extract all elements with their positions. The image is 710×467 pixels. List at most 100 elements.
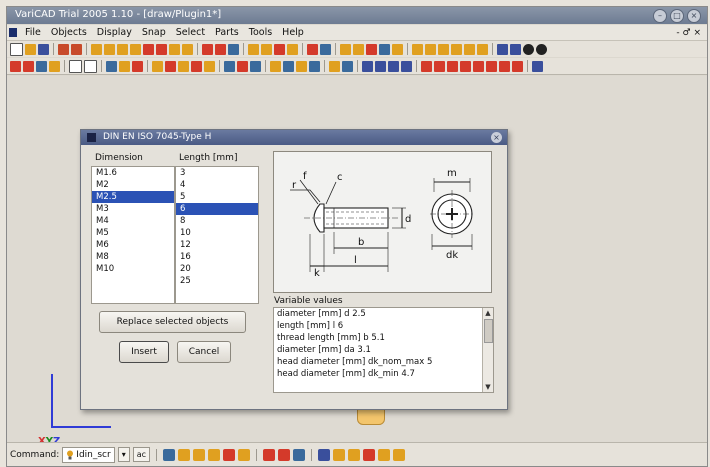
menu-file[interactable]: File <box>20 27 46 38</box>
list-item[interactable]: 3 <box>176 167 258 179</box>
scroll-thumb[interactable] <box>484 319 493 343</box>
zoom-in-icon[interactable] <box>362 60 373 72</box>
zoom-out-icon[interactable] <box>375 60 386 72</box>
menu-tools[interactable]: Tools <box>244 27 277 38</box>
status-tool-h-icon[interactable] <box>278 448 291 461</box>
zoom-all-icon[interactable] <box>388 60 399 72</box>
tool-e-icon[interactable] <box>464 43 475 55</box>
menu-parts[interactable]: Parts <box>210 27 244 38</box>
hatch-icon[interactable] <box>287 43 298 55</box>
cancel-button[interactable]: Cancel <box>177 341 231 363</box>
draw-line-icon[interactable] <box>91 43 102 55</box>
status-tool-j-icon[interactable] <box>318 448 331 461</box>
snap-end-icon[interactable] <box>23 60 34 72</box>
frame-icon[interactable] <box>69 59 82 73</box>
menu-select[interactable]: Select <box>171 27 210 38</box>
status-tool-c-icon[interactable] <box>193 448 206 461</box>
draw-circle-icon[interactable] <box>104 43 115 55</box>
title-bar[interactable]: VariCAD Trial 2005 1.10 - [draw/Plugin1*… <box>7 7 707 24</box>
view-left-icon[interactable] <box>447 60 458 72</box>
status-tool-o-icon[interactable] <box>393 448 406 461</box>
command-dropdown[interactable]: ▾ <box>117 447 130 462</box>
maximize-button[interactable]: □ <box>670 9 684 23</box>
draw-curve-icon[interactable] <box>182 43 193 55</box>
trim-icon[interactable] <box>366 43 377 55</box>
view-right-icon[interactable] <box>460 60 471 72</box>
status-tool-a-icon[interactable] <box>163 448 176 461</box>
list-item[interactable]: M3 <box>92 203 174 215</box>
undo-icon[interactable] <box>58 43 69 55</box>
symbol-c-icon[interactable] <box>250 60 261 72</box>
dimension-angle-icon[interactable] <box>261 43 272 55</box>
zoom-window-icon[interactable] <box>497 43 508 55</box>
view-3d-icon[interactable] <box>536 43 547 55</box>
tool-d-icon[interactable] <box>451 43 462 55</box>
new-file-icon[interactable] <box>10 42 23 56</box>
grid-a-icon[interactable] <box>329 60 340 72</box>
save-file-icon[interactable] <box>38 43 49 55</box>
list-item[interactable]: 16 <box>176 251 258 263</box>
draw-polygon-icon[interactable] <box>156 43 167 55</box>
scroll-down-icon[interactable]: ▼ <box>483 382 493 392</box>
grid-b-icon[interactable] <box>342 60 353 72</box>
snap-mid-icon[interactable] <box>36 60 47 72</box>
view-front-icon[interactable] <box>421 60 432 72</box>
select-all-icon[interactable] <box>119 60 130 72</box>
list-item[interactable]: 4 <box>176 179 258 191</box>
view-iso-icon[interactable] <box>499 60 510 72</box>
pen-icon[interactable] <box>353 43 364 55</box>
list-item[interactable]: 25 <box>176 275 258 287</box>
minimize-button[interactable]: – <box>653 9 667 23</box>
draw-ellipse-icon[interactable] <box>130 43 141 55</box>
status-tool-d-icon[interactable] <box>208 448 221 461</box>
select-icon[interactable] <box>106 60 117 72</box>
text-icon[interactable] <box>274 43 285 55</box>
list-item[interactable]: M4 <box>92 215 174 227</box>
frame-copy-icon[interactable] <box>84 59 97 73</box>
view-top-icon[interactable] <box>473 60 484 72</box>
status-tool-k-icon[interactable] <box>333 448 346 461</box>
dimension-list[interactable]: M1.6 M2 M2.5 M3 M4 M5 M6 M8 M10 <box>91 166 175 304</box>
list-item[interactable]: M6 <box>92 239 174 251</box>
replace-selected-button[interactable]: Replace selected objects <box>99 311 246 333</box>
menu-snap[interactable]: Snap <box>137 27 171 38</box>
list-item[interactable]: 10 <box>176 227 258 239</box>
view-2d-icon[interactable] <box>523 43 534 55</box>
extend-icon[interactable] <box>379 43 390 55</box>
list-item[interactable]: M8 <box>92 251 174 263</box>
list-item[interactable]: 5 <box>176 191 258 203</box>
view-bottom-icon[interactable] <box>486 60 497 72</box>
zoom-icon[interactable] <box>510 43 521 55</box>
nut-icon[interactable] <box>178 60 189 72</box>
redo-icon[interactable] <box>71 43 82 55</box>
list-item[interactable]: 12 <box>176 239 258 251</box>
copy-icon[interactable] <box>228 43 239 55</box>
dimension-icon[interactable] <box>248 43 259 55</box>
status-tool-n-icon[interactable] <box>378 448 391 461</box>
menu-objects[interactable]: Objects <box>46 27 92 38</box>
bearing-icon[interactable] <box>191 60 202 72</box>
status-tool-i-icon[interactable] <box>293 448 306 461</box>
blocks-icon[interactable] <box>320 43 331 55</box>
command-field[interactable]: Idin_scr <box>62 446 115 463</box>
snap-center-icon[interactable] <box>49 60 60 72</box>
transform-icon[interactable] <box>202 43 213 55</box>
variable-values-list[interactable]: diameter [mm] d 2.5 length [mm] l 6 thre… <box>273 307 494 393</box>
scroll-up-icon[interactable]: ▲ <box>483 308 493 318</box>
list-item[interactable]: M1.6 <box>92 167 174 179</box>
view-back-icon[interactable] <box>434 60 445 72</box>
insert-button[interactable]: Insert <box>119 341 169 363</box>
status-tool-g-icon[interactable] <box>263 448 276 461</box>
menu-display[interactable]: Display <box>92 27 137 38</box>
fillet-icon[interactable] <box>392 43 403 55</box>
status-tool-m-icon[interactable] <box>363 448 376 461</box>
pan-icon[interactable] <box>401 60 412 72</box>
symbol-b-icon[interactable] <box>237 60 248 72</box>
symbol-a-icon[interactable] <box>224 60 235 72</box>
status-tool-b-icon[interactable] <box>178 448 191 461</box>
select-filter-icon[interactable] <box>132 60 143 72</box>
open-file-icon[interactable] <box>25 43 36 55</box>
measure-icon[interactable] <box>340 43 351 55</box>
weld-a-icon[interactable] <box>270 60 281 72</box>
list-item[interactable]: M5 <box>92 227 174 239</box>
